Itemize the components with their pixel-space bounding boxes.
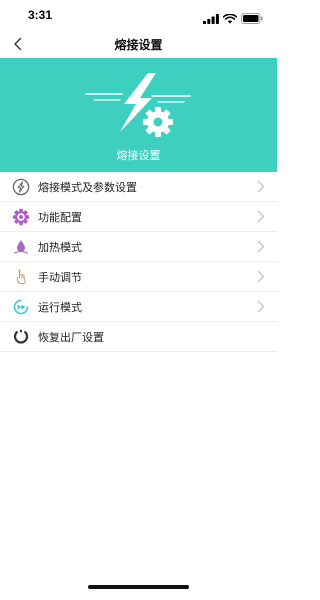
run-mode-icon [12,298,30,316]
page-title: 熔接设置 [114,38,163,52]
lightning-circle-icon [12,178,30,196]
menu-item-label: 手动调节 [38,271,82,284]
menu-item-label: 熔接模式及参数设置 [38,181,137,194]
menu-item-label: 功能配置 [38,211,82,224]
battery-icon [241,9,263,28]
chevron-right-icon [257,300,265,313]
menu-item-label: 恢复出厂设置 [38,331,104,344]
menu-item-heating-mode[interactable]: 加热模式 [0,232,277,262]
hand-pointer-icon [12,268,30,286]
menu-item-run-mode[interactable]: 运行模式 [0,292,277,322]
restore-icon [12,328,30,346]
banner-caption: 熔接设置 [116,149,161,162]
chevron-right-icon [257,210,265,223]
status-bar: 3:31 [0,0,277,30]
menu-item-manual-adjust[interactable]: 手动调节 [0,262,277,292]
gear-icon [12,208,30,226]
navigation-bar: 熔接设置 [0,30,277,58]
signal-icon [203,9,219,28]
chevron-right-icon [257,240,265,253]
settings-menu: 熔接模式及参数设置 功能配置 加热模式 手动调节 运行模式 恢复出厂设置 [0,172,277,352]
chevron-right-icon [257,180,265,193]
chevron-right-icon [257,270,265,283]
screen: 3:31 熔接设置 熔接设置 熔接模式及参数设置 功能配置 加热模式 手动调节 … [0,0,277,600]
wifi-icon [222,9,238,28]
home-indicator[interactable] [88,585,189,589]
flame-drop-icon [12,238,30,256]
header-banner: 熔接设置 [0,58,277,172]
menu-item-function-config[interactable]: 功能配置 [0,202,277,232]
menu-item-factory-reset[interactable]: 恢复出厂设置 [0,322,277,352]
status-time: 3:31 [28,8,53,22]
lightning-gear-icon [85,73,191,137]
status-icons [203,9,263,28]
menu-item-label: 运行模式 [38,301,82,314]
menu-item-label: 加热模式 [38,241,82,254]
menu-item-welding-mode[interactable]: 熔接模式及参数设置 [0,172,277,202]
